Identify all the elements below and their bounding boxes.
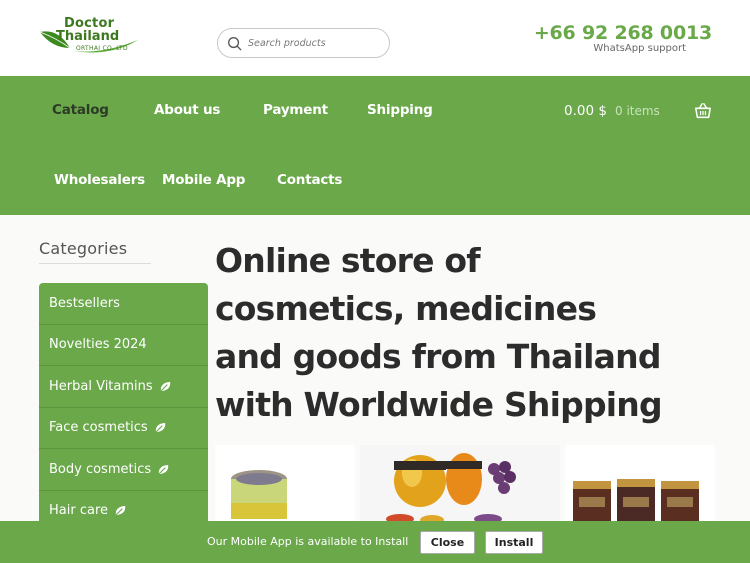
page-content: Categories Bestsellers Novelties 2024 He… [0,215,750,563]
nav-item-about-us[interactable]: About us [154,102,220,118]
category-label: Bestsellers [49,295,120,311]
category-body-cosmetics[interactable]: Body cosmetics [39,449,208,491]
categories-heading: Categories [39,239,128,258]
category-label: Hair care [49,503,109,519]
phone-caption: WhatsApp support [593,43,686,54]
close-button[interactable]: Close [420,531,475,554]
leaf-icon [115,506,126,516]
page-title: Online store of cosmetics, medicines and… [215,241,663,424]
install-app-banner: Our Mobile App is available to Install C… [0,521,750,563]
leaf-icon [160,381,170,392]
main-nav: Catalog About us Payment Shipping Wholes… [0,76,750,215]
product-card[interactable] [215,445,355,525]
category-label: Face cosmetics [49,420,148,436]
product-image [573,479,699,523]
nav-item-wholesalers[interactable]: Wholesalers [54,172,145,188]
leaf-icon [155,423,165,433]
install-button[interactable]: Install [485,531,543,554]
categories-divider [39,263,151,264]
category-herbal-vitamins[interactable]: Herbal Vitamins [39,366,208,408]
category-novelties-2024[interactable]: Novelties 2024 [39,324,208,366]
site-header: Doctor Thailand ORTHAI CO. LTD +66 92 26… [0,0,750,76]
cart-count[interactable]: 0 items [615,104,660,118]
product-image [386,453,516,525]
category-list: Bestsellers Novelties 2024 Herbal Vitami… [39,283,208,532]
category-label: Body cosmetics [49,461,152,477]
logo-line2: Thailand [56,29,120,44]
leaf-icon [158,464,169,475]
phone-number[interactable]: +66 92 268 0013 [534,22,712,44]
search-box[interactable] [217,28,390,58]
nav-item-payment[interactable]: Payment [263,102,328,118]
nav-item-catalog[interactable]: Catalog [52,102,109,118]
product-image [231,470,287,519]
search-icon[interactable] [227,36,242,51]
product-card[interactable] [360,445,560,525]
category-face-cosmetics[interactable]: Face cosmetics [39,407,208,449]
logo[interactable]: Doctor Thailand ORTHAI CO. LTD [38,14,142,58]
category-bestsellers[interactable]: Bestsellers [39,283,208,325]
banner-text: Our Mobile App is available to Install [207,535,409,548]
basket-icon[interactable] [694,102,712,120]
cart-total[interactable]: 0.00 $ [564,103,607,119]
nav-item-shipping[interactable]: Shipping [367,102,433,118]
nav-item-mobile-app[interactable]: Mobile App [162,172,245,188]
category-label: Novelties 2024 [49,337,147,353]
logo-tagline: ORTHAI CO. LTD [76,45,128,52]
search-input[interactable] [248,35,383,52]
category-label: Herbal Vitamins [49,378,153,394]
nav-item-contacts[interactable]: Contacts [277,172,342,188]
product-card[interactable] [565,445,715,525]
